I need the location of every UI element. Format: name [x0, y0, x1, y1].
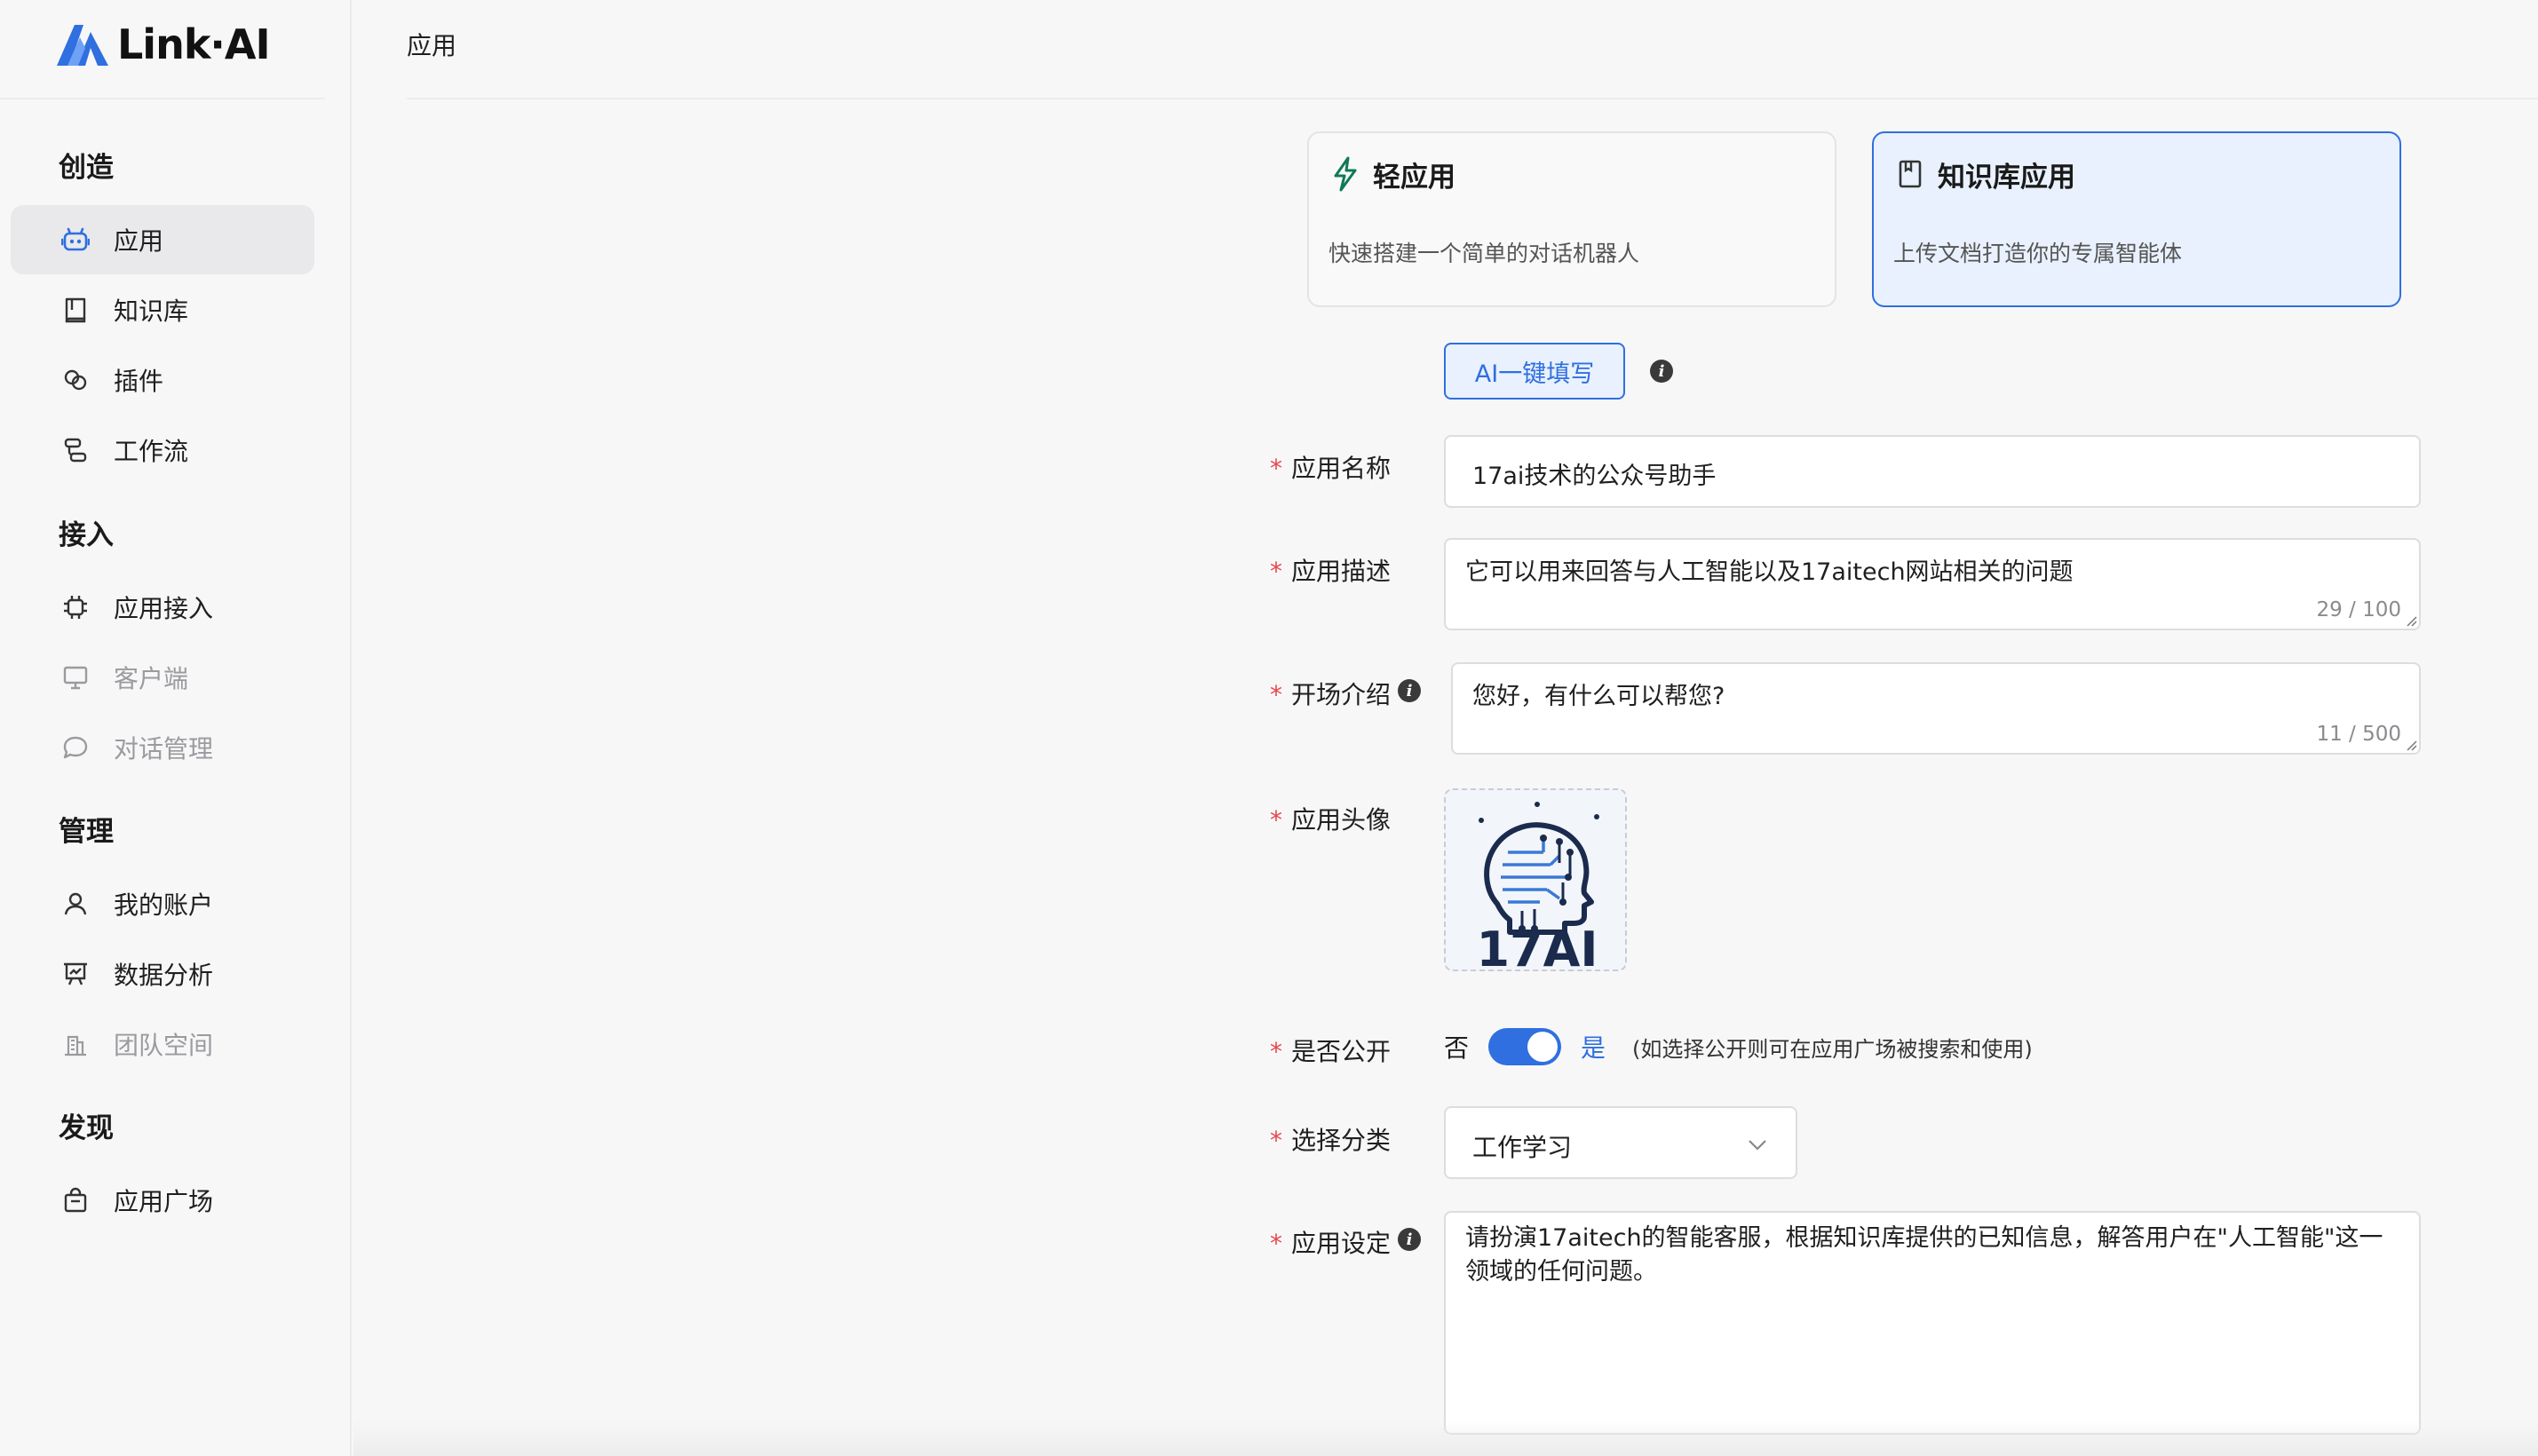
app-type-title: 知识库应用 — [1938, 162, 2075, 194]
section-manage: 管理 — [59, 816, 114, 848]
toggle-knob — [1527, 1032, 1558, 1062]
sidebar-item-client[interactable]: 客户端 — [11, 643, 314, 712]
description-char-count: 29 / 100 — [2316, 598, 2401, 621]
sidebar-item-label: 我的账户 — [114, 890, 214, 920]
section-discover: 发现 — [59, 1112, 114, 1144]
info-icon[interactable]: i — [1650, 360, 1673, 383]
description-label: * 应用描述 — [1270, 557, 1392, 586]
sidebar-item-conversations[interactable]: 对话管理 — [11, 713, 314, 782]
sidebar-item-label: 应用接入 — [114, 594, 214, 623]
link-ai-logo-icon — [57, 25, 108, 66]
sidebar-item-label: 对话管理 — [114, 734, 214, 764]
plugin-icon — [60, 365, 91, 395]
app-type-title: 轻应用 — [1373, 162, 1455, 194]
app-type-light-card[interactable]: 轻应用 快速搭建一个简单的对话机器人 — [1307, 131, 1836, 307]
presentation-chart-icon — [60, 959, 91, 989]
sidebar-item-label: 知识库 — [114, 297, 189, 326]
public-label: * 是否公开 — [1270, 1037, 1392, 1066]
sidebar-item-workflow[interactable]: 工作流 — [11, 415, 314, 485]
app-type-knowledge-card[interactable]: 知识库应用 上传文档打造你的专属智能体 — [1872, 131, 2401, 307]
sidebar-item-app-market[interactable]: 应用广场 — [11, 1166, 314, 1235]
header-divider — [407, 98, 2538, 99]
sidebar-item-label: 应用 — [114, 226, 164, 256]
toggle-off-label: 否 — [1444, 1033, 1470, 1063]
building-icon — [60, 1029, 91, 1059]
app-description-textarea[interactable]: 它可以用来回答与人工智能以及17aitech网站相关的问题 29 / 100 — [1444, 538, 2421, 630]
avatar-label: * 应用头像 — [1270, 805, 1392, 835]
brand-name: Link·AI — [117, 20, 271, 68]
app-prompt-value: 请扮演17aitech的智能客服，根据知识库提供的已知信息，解答用户在"人工智能… — [1465, 1224, 2383, 1286]
info-icon[interactable]: i — [1398, 1228, 1421, 1251]
sidebar-item-analytics[interactable]: 数据分析 — [11, 939, 314, 1009]
info-icon[interactable]: i — [1398, 679, 1421, 702]
ai-autofill-button[interactable]: AI一键填写 — [1444, 343, 1625, 400]
app-type-desc: 上传文档打造你的专属智能体 — [1893, 241, 2183, 266]
sidebar-divider — [0, 98, 325, 99]
sidebar-item-plugins[interactable]: 插件 — [11, 345, 314, 415]
chip-icon — [60, 592, 91, 622]
sidebar-item-label: 数据分析 — [114, 961, 214, 990]
app-avatar-upload[interactable]: 17AI — [1444, 788, 1627, 971]
book-icon — [60, 295, 91, 325]
public-toggle-row: 否 是 (如选择公开则可在应用广场被搜索和使用) — [1444, 1025, 2033, 1068]
workflow-icon — [60, 435, 91, 465]
name-label: * 应用名称 — [1270, 454, 1392, 483]
sidebar-item-my-account[interactable]: 我的账户 — [11, 869, 314, 938]
document-icon — [1899, 160, 1922, 188]
toggle-on-label: 是 — [1581, 1033, 1606, 1063]
chat-bubble-icon — [60, 732, 91, 763]
sidebar-item-apps[interactable]: 应用 — [11, 205, 314, 274]
user-icon — [60, 889, 91, 919]
monitor-icon — [60, 662, 91, 692]
category-select[interactable]: 工作学习 — [1444, 1106, 1797, 1179]
sidebar-item-knowledge-base[interactable]: 知识库 — [11, 275, 314, 344]
category-label: * 选择分类 — [1270, 1126, 1392, 1155]
sidebar-item-team-space[interactable]: 团队空间 — [11, 1009, 314, 1079]
app-prompt-textarea[interactable]: 请扮演17aitech的智能客服，根据知识库提供的已知信息，解答用户在"人工智能… — [1444, 1211, 2421, 1435]
section-access: 接入 — [59, 519, 114, 551]
sidebar: Link·AI 创造 应用 知识库 插件 工作流 接入 应用接入 客户端 对话管… — [0, 0, 352, 1456]
public-hint: (如选择公开则可在应用广场被搜索和使用) — [1632, 1036, 2033, 1062]
sidebar-item-app-integration[interactable]: 应用接入 — [11, 573, 314, 642]
app-type-desc: 快速搭建一个简单的对话机器人 — [1328, 241, 1640, 266]
resize-handle-icon[interactable] — [2405, 739, 2417, 751]
app-description-value: 它可以用来回答与人工智能以及17aitech网站相关的问题 — [1465, 558, 2074, 586]
public-toggle-switch[interactable] — [1488, 1028, 1562, 1065]
scroll-fade — [353, 1420, 2538, 1456]
intro-label: * 开场介绍 — [1270, 680, 1392, 709]
app-name-value: 17ai技术的公众号助手 — [1472, 463, 1717, 490]
chevron-down-icon — [1749, 1140, 1766, 1151]
brand-logo[interactable]: Link·AI — [55, 18, 271, 71]
app-intro-value: 您好，有什么可以帮您? — [1472, 683, 1725, 710]
sidebar-item-label: 插件 — [114, 367, 164, 396]
app-intro-textarea[interactable]: 您好，有什么可以帮您? 11 / 500 — [1451, 662, 2421, 755]
robot-icon — [60, 225, 91, 255]
sidebar-item-label: 工作流 — [114, 437, 189, 466]
intro-char-count: 11 / 500 — [2316, 723, 2401, 746]
sidebar-item-label: 客户端 — [114, 664, 189, 693]
page-title: 应用 — [407, 31, 457, 60]
category-value: 工作学习 — [1472, 1133, 1573, 1162]
lightning-icon — [1334, 156, 1357, 192]
section-create: 创造 — [59, 152, 114, 184]
resize-handle-icon[interactable] — [2405, 614, 2417, 627]
app-avatar-image: 17AI — [1446, 790, 1625, 971]
shopping-bag-icon — [60, 1185, 91, 1215]
app-name-input[interactable]: 17ai技术的公众号助手 — [1444, 435, 2421, 508]
avatar-logo-text: 17AI — [1476, 922, 1598, 971]
sidebar-item-label: 团队空间 — [114, 1031, 214, 1060]
sidebar-item-label: 应用广场 — [114, 1187, 214, 1216]
prompt-label: * 应用设定 — [1270, 1229, 1392, 1258]
